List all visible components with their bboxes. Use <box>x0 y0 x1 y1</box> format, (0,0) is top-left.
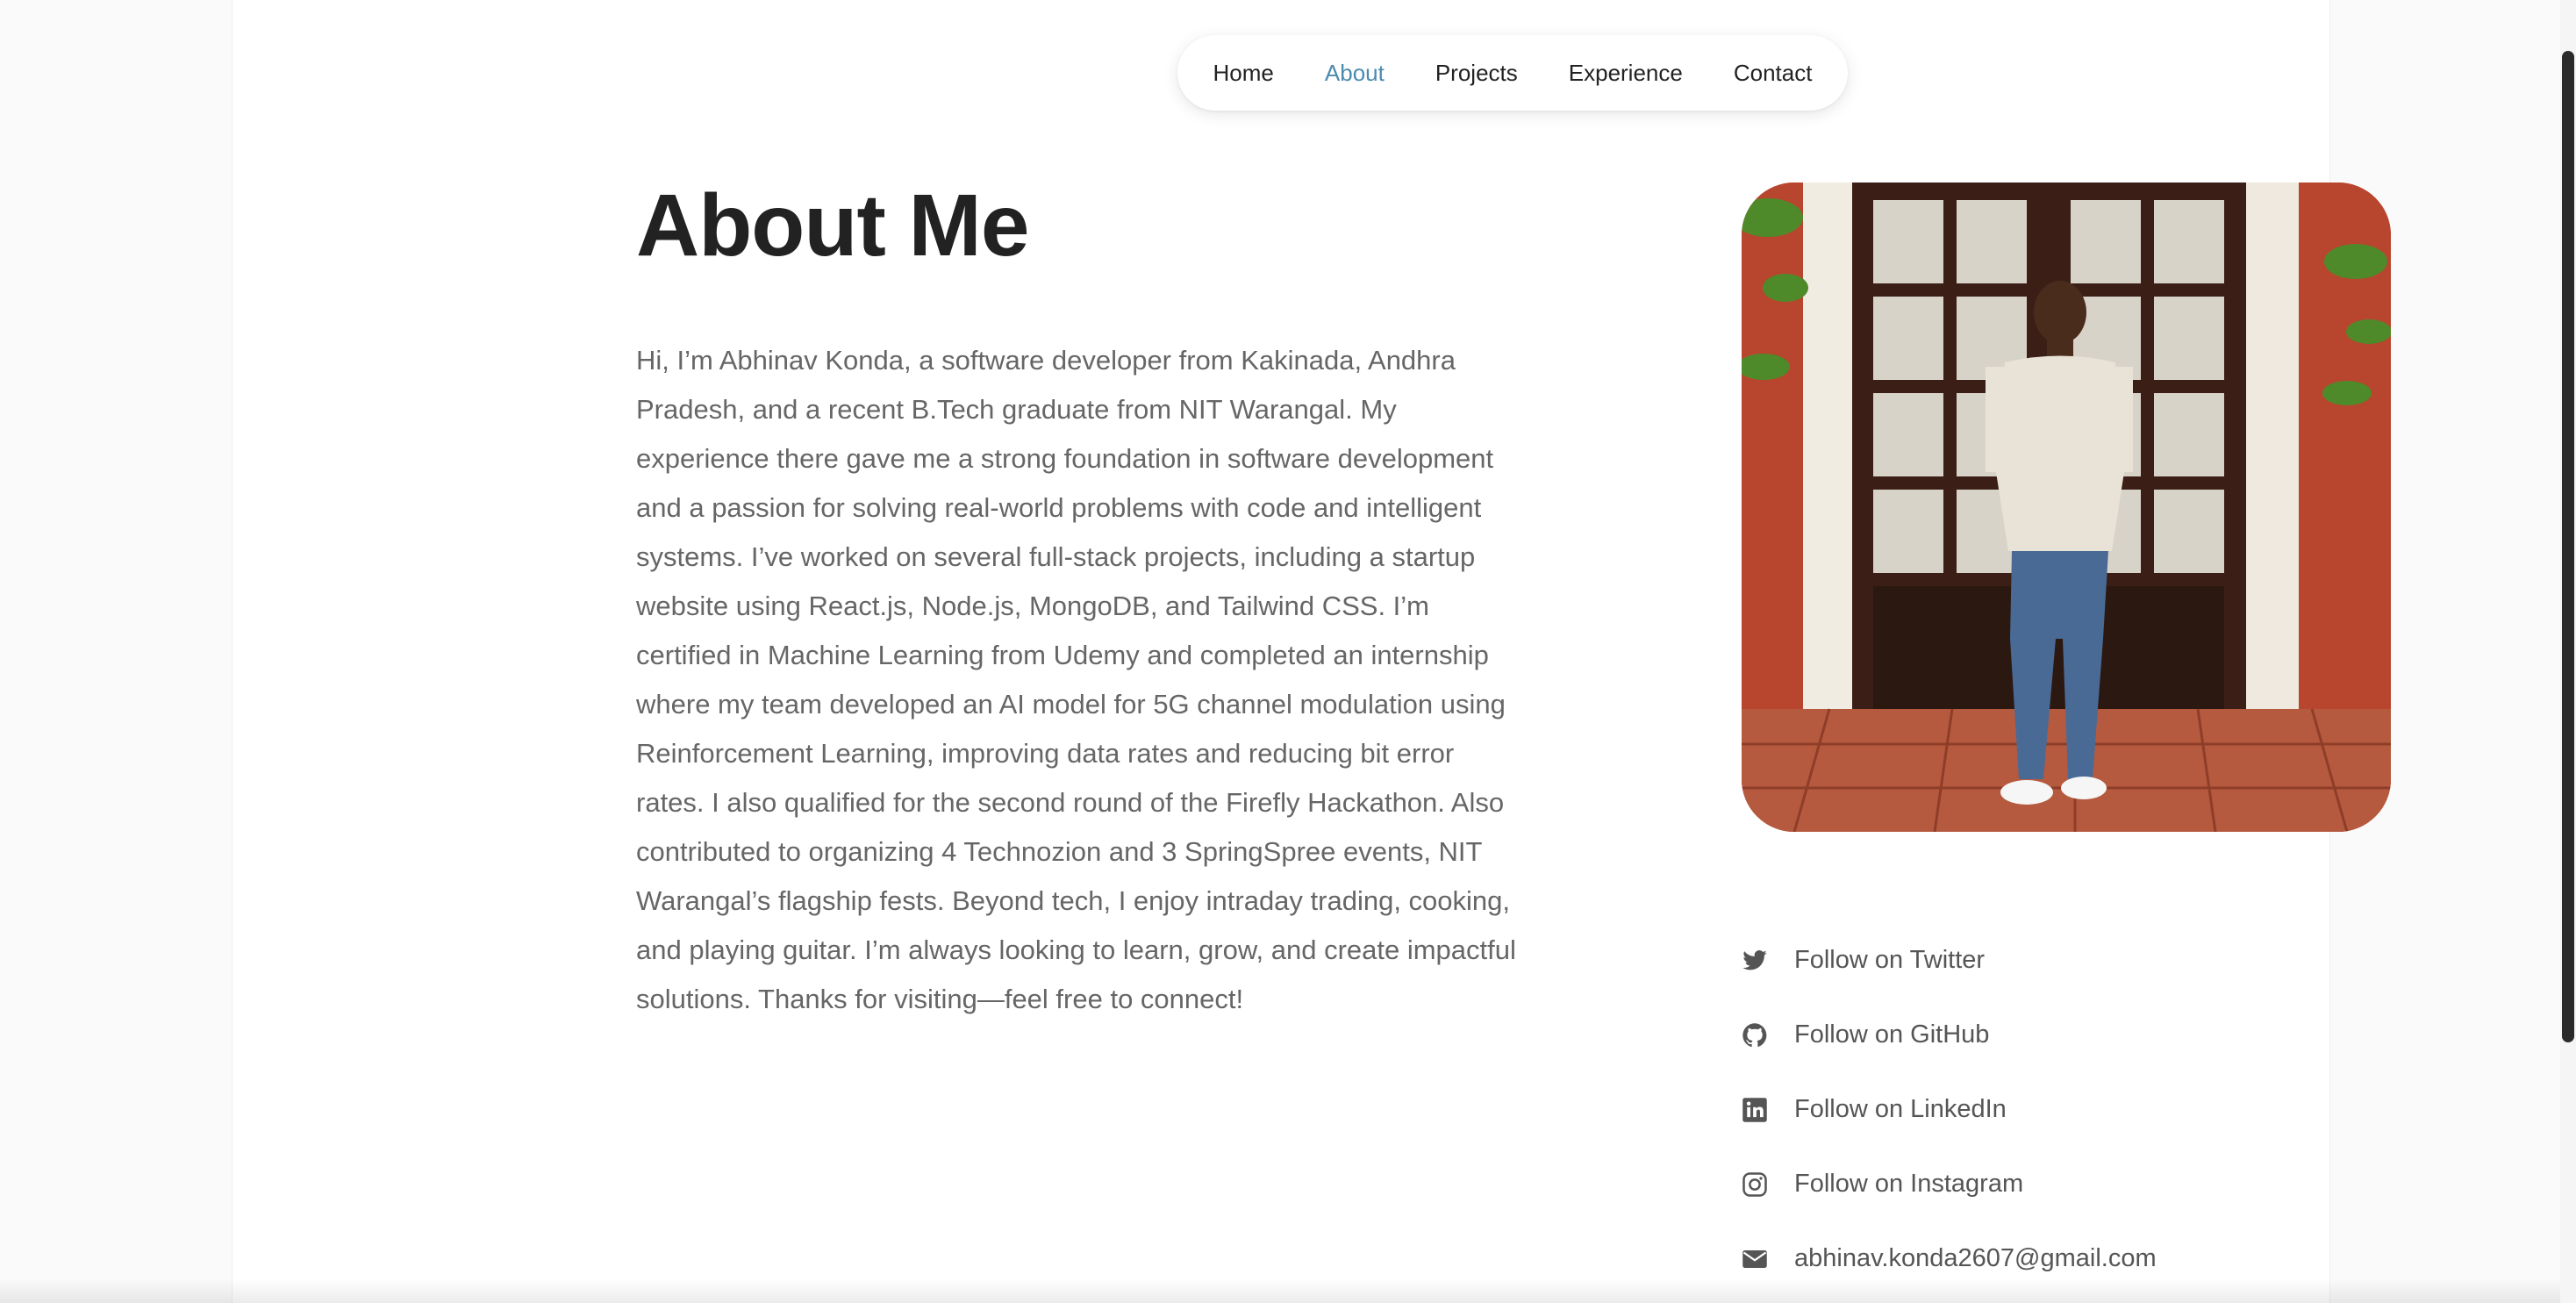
social-label: Follow on GitHub <box>1794 1020 1990 1049</box>
about-bio: Hi, I’m Abhinav Konda, a software develo… <box>636 345 1516 1014</box>
instagram-icon <box>1742 1171 1768 1198</box>
nav-contact[interactable]: Contact <box>1734 60 1813 87</box>
scrollbar-thumb[interactable] <box>2562 51 2574 1042</box>
social-instagram[interactable]: Follow on Instagram <box>1742 1147 2157 1221</box>
social-label: Follow on Twitter <box>1794 946 1986 974</box>
github-icon <box>1742 1022 1768 1049</box>
nav-about[interactable]: About <box>1325 60 1385 87</box>
social-label: Follow on LinkedIn <box>1794 1095 2007 1123</box>
profile-photo <box>1742 183 2391 832</box>
social-label: abhinav.konda2607@gmail.com <box>1794 1244 2157 1272</box>
social-links: Follow on Twitter Follow on GitHub Follo… <box>1742 923 2157 1296</box>
social-github[interactable]: Follow on GitHub <box>1742 998 2157 1072</box>
nav-home[interactable]: Home <box>1213 60 1274 87</box>
page-title: About Me <box>636 176 1029 275</box>
mail-icon <box>1742 1246 1768 1272</box>
social-label: Follow on Instagram <box>1794 1170 2024 1198</box>
top-nav: Home About Projects Experience Contact <box>1177 35 1848 111</box>
nav-experience[interactable]: Experience <box>1569 60 1683 87</box>
scrollbar-track[interactable] <box>2560 0 2576 1303</box>
linkedin-icon <box>1742 1097 1768 1123</box>
nav-projects[interactable]: Projects <box>1435 60 1518 87</box>
page-container: Home About Projects Experience Contact A… <box>232 0 2391 1303</box>
social-linkedin[interactable]: Follow on LinkedIn <box>1742 1072 2157 1147</box>
twitter-icon <box>1742 948 1768 974</box>
social-twitter[interactable]: Follow on Twitter <box>1742 923 2157 998</box>
bottom-shadow <box>0 1278 2560 1303</box>
